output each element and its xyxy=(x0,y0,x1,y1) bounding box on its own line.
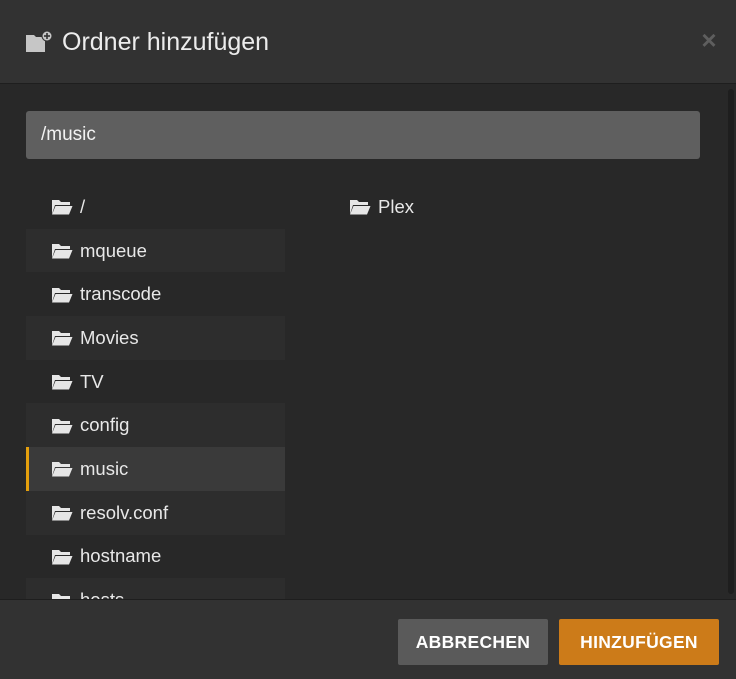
folder-label: Plex xyxy=(378,195,414,217)
close-icon[interactable]: × xyxy=(695,26,723,54)
folder-item-mqueue[interactable]: mqueue xyxy=(26,228,285,273)
folder-icon xyxy=(52,462,73,477)
folder-icon xyxy=(52,331,73,346)
dialog-footer: ABBRECHEN HINZUFÜGEN xyxy=(0,599,736,679)
folder-icon xyxy=(350,200,371,215)
cancel-button[interactable]: ABBRECHEN xyxy=(398,619,548,665)
folder-column-1: / mqueue transcode Movies TV config musi… xyxy=(26,185,285,599)
dialog-body: / mqueue transcode Movies TV config xyxy=(0,84,736,599)
scrollbar[interactable] xyxy=(728,89,734,594)
folder-item-plex[interactable]: Plex xyxy=(324,185,624,229)
folder-label: TV xyxy=(80,370,104,392)
folder-label: hosts xyxy=(80,589,124,599)
folder-label: mqueue xyxy=(80,239,147,261)
folder-column-2: Plex xyxy=(324,185,624,229)
folder-item-tv[interactable]: TV xyxy=(26,360,285,404)
folder-label: music xyxy=(80,457,129,479)
folder-icon xyxy=(52,287,73,303)
folder-label: hostname xyxy=(80,545,162,567)
folder-item-hosts[interactable]: hosts xyxy=(26,578,285,599)
folder-item-root[interactable]: / xyxy=(26,185,285,229)
folder-label: resolv.conf xyxy=(80,501,169,523)
folder-label: transcode xyxy=(80,283,162,305)
folder-icon xyxy=(52,375,73,390)
path-input[interactable] xyxy=(26,111,700,159)
folder-item-resolv-conf[interactable]: resolv.conf xyxy=(26,490,285,535)
folder-icon xyxy=(52,418,73,434)
folder-icon xyxy=(52,549,73,565)
folder-label: config xyxy=(80,414,130,436)
folder-icon xyxy=(52,593,70,599)
folder-item-movies[interactable]: Movies xyxy=(26,316,285,360)
folder-label: Movies xyxy=(80,326,139,348)
folder-item-music[interactable]: music xyxy=(26,447,285,491)
folder-icon xyxy=(52,506,73,521)
folder-icon xyxy=(52,244,73,259)
folder-label: / xyxy=(80,195,86,217)
folder-item-config[interactable]: config xyxy=(26,403,285,448)
folder-icon xyxy=(52,200,73,215)
dialog-title: Ordner hinzufügen xyxy=(62,28,270,56)
dialog-header: Ordner hinzufügen × xyxy=(0,0,736,84)
folder-item-hostname[interactable]: hostname xyxy=(26,535,285,579)
add-folder-dialog: Ordner hinzufügen × / mqueue transcode M… xyxy=(0,0,736,679)
folder-add-icon xyxy=(26,30,53,52)
folder-item-transcode[interactable]: transcode xyxy=(26,272,285,316)
add-button[interactable]: HINZUFÜGEN xyxy=(559,619,719,665)
